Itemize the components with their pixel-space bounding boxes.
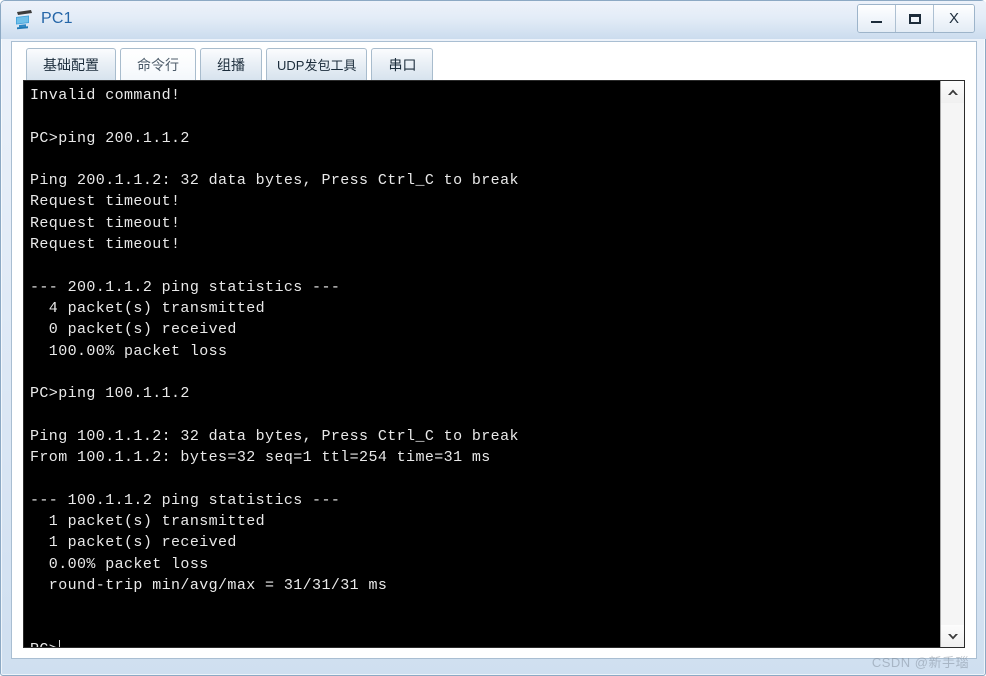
terminal-line: --- 200.1.1.2 ping statistics ---: [30, 278, 341, 296]
chevron-up-icon: [947, 88, 959, 97]
tab-serial-port[interactable]: 串口: [371, 48, 434, 80]
tab-label: 组播: [217, 56, 245, 73]
pc-monitor-icon: [14, 8, 36, 30]
pc1-window: PC1 X 基础配置 命令行 组播 UDP发包工具 串口 Invalid com…: [0, 0, 986, 676]
terminal-line: PC>ping 100.1.1.2: [30, 385, 190, 403]
window-titlebar: PC1 X: [1, 1, 986, 39]
terminal-line: 0 packet(s) received: [30, 321, 237, 339]
close-button[interactable]: X: [934, 5, 974, 32]
close-icon: X: [948, 10, 959, 27]
tab-basic-config[interactable]: 基础配置: [26, 48, 116, 80]
tab-label: 命令行: [137, 56, 179, 73]
terminal-line: round-trip min/avg/max = 31/31/31 ms: [30, 576, 388, 594]
text-cursor: [59, 639, 61, 647]
tab-label: UDP发包工具: [277, 58, 357, 73]
terminal-line: Request timeout!: [30, 236, 181, 254]
tab-label: 基础配置: [43, 56, 99, 73]
content-panel: 基础配置 命令行 组播 UDP发包工具 串口 Invalid command! …: [11, 41, 977, 659]
scroll-down-button[interactable]: [941, 625, 964, 647]
terminal-line: Ping 200.1.1.2: 32 data bytes, Press Ctr…: [30, 172, 519, 190]
terminal-line: From 100.1.1.2: bytes=32 seq=1 ttl=254 t…: [30, 449, 491, 467]
terminal-output[interactable]: Invalid command! PC>ping 200.1.1.2 Ping …: [24, 81, 940, 647]
terminal-line: 4 packet(s) transmitted: [30, 299, 266, 317]
terminal-line: 0.00% packet loss: [30, 555, 209, 573]
tab-bar: 基础配置 命令行 组播 UDP发包工具 串口: [12, 42, 976, 80]
window-controls: X: [857, 4, 975, 33]
terminal-line: 100.00% packet loss: [30, 342, 228, 360]
tab-label: 串口: [388, 56, 417, 73]
terminal-container: Invalid command! PC>ping 200.1.1.2 Ping …: [23, 80, 965, 648]
terminal-line: 1 packet(s) transmitted: [30, 512, 266, 530]
window-title-group: PC1: [14, 6, 73, 32]
tab-command-line[interactable]: 命令行: [120, 48, 196, 80]
scrollbar-track[interactable]: [941, 103, 964, 625]
terminal-line: Ping 100.1.1.2: 32 data bytes, Press Ctr…: [30, 427, 519, 445]
tab-multicast[interactable]: 组播: [200, 48, 262, 80]
terminal-line: Request timeout!: [30, 193, 181, 211]
minimize-icon: [871, 21, 882, 23]
tab-udp-tool[interactable]: UDP发包工具: [266, 48, 368, 80]
terminal-prompt: PC>: [30, 641, 58, 647]
window-title: PC1: [41, 10, 73, 27]
terminal-line: Request timeout!: [30, 214, 181, 232]
terminal-prompt-line[interactable]: PC>: [30, 639, 940, 647]
terminal-line: PC>ping 200.1.1.2: [30, 129, 190, 147]
terminal-scrollbar[interactable]: [940, 81, 964, 647]
terminal-line: Invalid command!: [30, 87, 181, 104]
terminal-line: 1 packet(s) received: [30, 534, 237, 552]
minimize-button[interactable]: [858, 5, 896, 32]
chevron-down-icon: [947, 632, 959, 641]
scroll-up-button[interactable]: [941, 81, 964, 103]
maximize-button[interactable]: [896, 5, 934, 32]
maximize-icon: [908, 13, 921, 24]
terminal-line: --- 100.1.1.2 ping statistics ---: [30, 491, 341, 509]
